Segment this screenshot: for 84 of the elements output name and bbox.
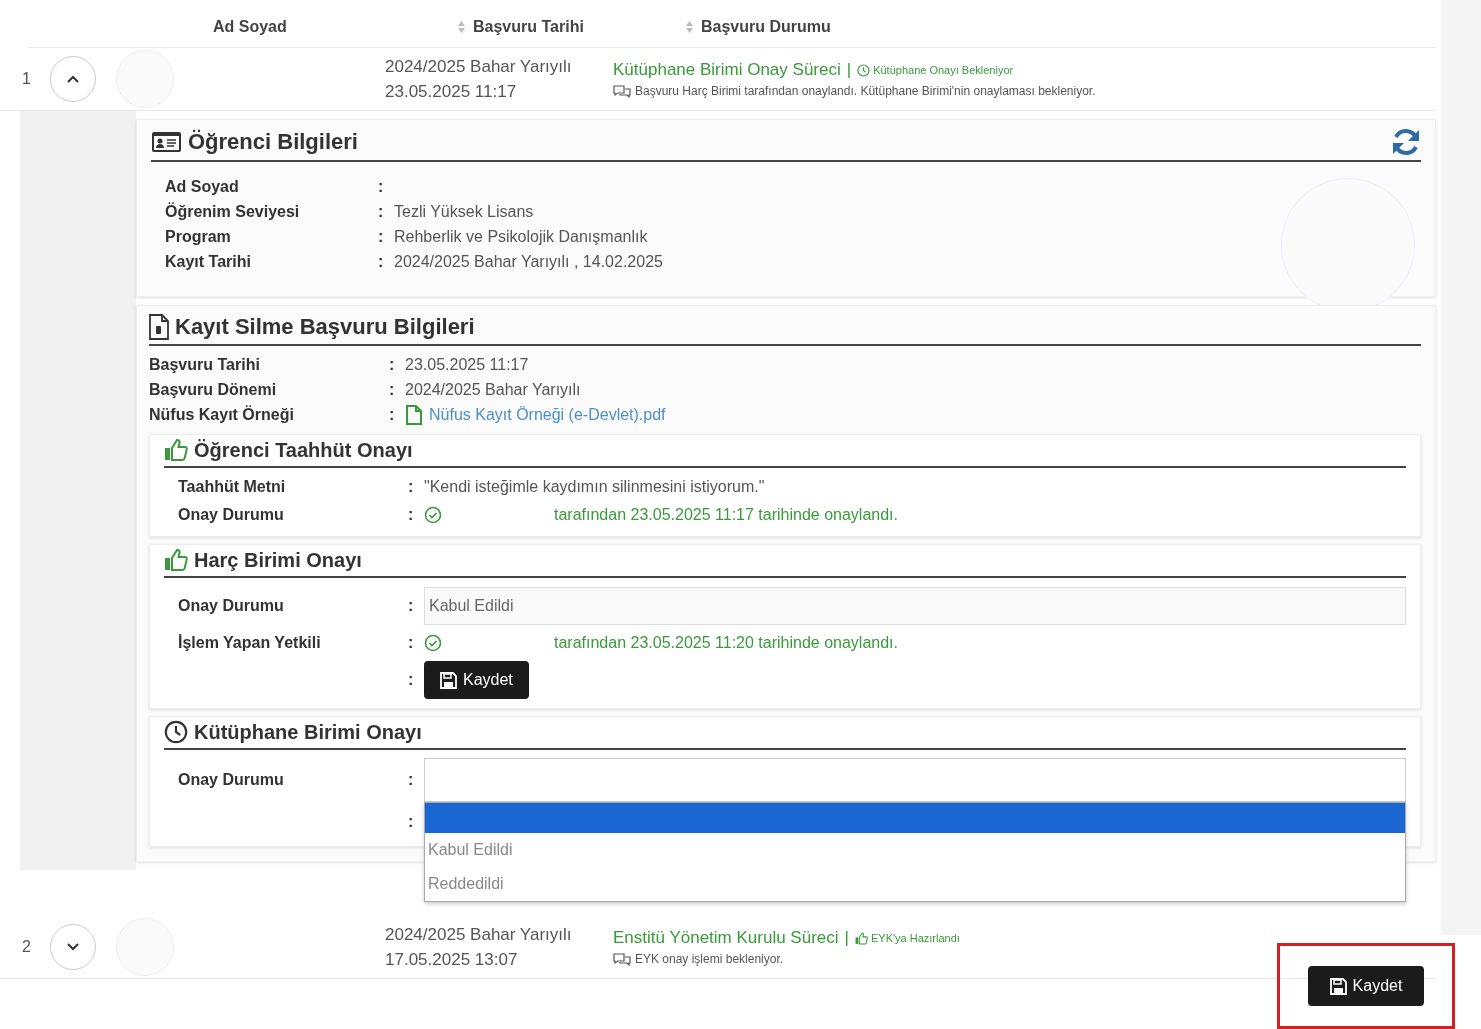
thumbs-up-icon — [164, 548, 188, 572]
sort-icon[interactable] — [686, 21, 693, 33]
colon: : — [378, 202, 385, 221]
field-value: Tezli Yüksek Lisans — [394, 202, 534, 221]
dropdown-option[interactable]: Kabul Edildi — [425, 833, 1405, 867]
comments-icon — [613, 952, 631, 966]
colon: : — [389, 355, 396, 374]
clock-icon — [164, 720, 188, 744]
column-header[interactable]: Ad Soyad — [213, 18, 287, 36]
section-title: Kayıt Silme Başvuru Bilgileri — [175, 314, 475, 340]
field-value: 2024/2025 Bahar Yarıyılı — [405, 380, 581, 399]
separator: | — [846, 60, 852, 80]
clock-icon — [857, 63, 871, 77]
save-button[interactable]: Kaydet — [1307, 966, 1425, 1006]
document-icon — [149, 314, 169, 340]
colon: : — [408, 506, 415, 524]
application-term: 2024/2025 Bahar Yarıyılı — [385, 56, 573, 78]
field-label: Ad Soyad — [165, 177, 240, 196]
separator: | — [844, 928, 849, 948]
row-number: 2 — [21, 938, 32, 956]
colon: : — [408, 771, 415, 789]
column-header[interactable]: Başvuru Durumu — [701, 18, 831, 36]
highlighted-option[interactable] — [425, 803, 1405, 833]
dropdown-option[interactable]: Reddedildi — [425, 867, 1405, 901]
colon: : — [408, 634, 415, 652]
section-title: Kütüphane Birimi Onayı — [194, 720, 422, 744]
section-title: Öğrenci Bilgileri — [188, 129, 358, 155]
refresh-icon[interactable] — [1391, 128, 1421, 156]
status-select[interactable] — [424, 758, 1406, 802]
field-label: Onay Durumu — [178, 506, 285, 524]
status-label: EYK'ya Hazırlandı — [870, 932, 960, 944]
colon: : — [389, 380, 396, 399]
check-circle-icon — [424, 506, 442, 524]
field-label: İşlem Yapan Yetkili — [178, 634, 322, 652]
status-note: Başvuru Harç Birimi tarafından onaylandı. Kütüphane Birimi'nin onaylaması bekleniyor. — [635, 84, 1096, 98]
field-label: Nüfus Kayıt Örneği — [149, 405, 295, 424]
field-label: Taahhüt Metni — [178, 478, 287, 496]
approval-text: tarafından 23.05.2025 11:17 tarihinde onaylandı. — [554, 506, 898, 524]
status-text: Enstitü Yönetim Kurulu Süreci — [613, 928, 839, 948]
column-header[interactable]: Başvuru Tarihi — [473, 18, 584, 36]
field-label: Kayıt Tarihi — [165, 252, 252, 271]
expand-toggle[interactable] — [50, 924, 96, 970]
field-label: Onay Durumu — [178, 597, 285, 615]
status-label: Kütüphane Onayı Bekleniyor — [873, 64, 1014, 76]
application-term: 2024/2025 Bahar Yarıyılı — [385, 924, 573, 946]
save-icon — [1329, 977, 1347, 995]
colon: : — [378, 227, 385, 246]
section-title: Öğrenci Taahhüt Onayı — [194, 438, 413, 462]
expand-toggle[interactable] — [50, 56, 96, 102]
status-text: Kütüphane Birimi Onay Süreci — [613, 60, 841, 80]
colon: : — [408, 597, 415, 615]
colon: : — [408, 478, 415, 496]
chevron-up-icon — [67, 75, 79, 83]
save-icon — [440, 671, 457, 689]
thumbs-up-icon — [854, 931, 868, 945]
comments-icon — [613, 84, 631, 98]
field-value: 2024/2025 Bahar Yarıyılı , 14.02.2025 — [394, 252, 663, 271]
colon: : — [408, 671, 415, 689]
field-value: "Kendi isteğimle kaydımın silinmesini istiyorum." — [424, 478, 765, 496]
field-label: Öğrenim Seviyesi — [165, 202, 301, 221]
id-card-icon — [151, 131, 182, 153]
approval-text: tarafından 23.05.2025 11:20 tarihinde onaylandı. — [554, 634, 898, 652]
application-date: 17.05.2025 13:07 — [385, 949, 519, 971]
sort-icon[interactable] — [458, 21, 465, 33]
colon: : — [408, 813, 415, 831]
colon: : — [378, 252, 385, 271]
colon: : — [378, 177, 385, 196]
field-label: Program — [165, 227, 232, 246]
chevron-down-icon — [67, 943, 79, 951]
thumbs-up-icon — [164, 438, 188, 462]
colon: : — [389, 405, 396, 424]
field-label: Başvuru Dönemi — [149, 380, 278, 399]
field-label: Başvuru Tarihi — [149, 355, 261, 374]
field-value: Rehberlik ve Psikolojik Danışmanlık — [394, 227, 648, 246]
status-field[interactable]: Kabul Edildi — [424, 587, 1406, 625]
check-circle-icon — [424, 634, 442, 652]
field-label: Onay Durumu — [178, 771, 285, 789]
status-note: EYK onay işlemi bekleniyor. — [635, 952, 784, 966]
application-date: 23.05.2025 11:17 — [385, 81, 518, 103]
field-value: 23.05.2025 11:17 — [405, 355, 529, 374]
row-number: 1 — [21, 70, 32, 88]
save-button[interactable]: Kaydet — [424, 661, 529, 699]
section-title: Harç Birimi Onayı — [194, 548, 362, 572]
file-icon — [405, 404, 423, 425]
